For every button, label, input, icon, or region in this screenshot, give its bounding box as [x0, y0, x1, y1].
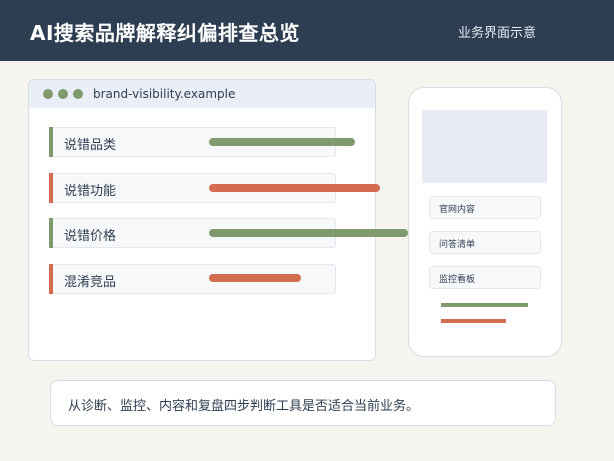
button-label: 官网内容: [439, 205, 476, 215]
window-dot-icon: [43, 89, 53, 99]
progress-line-green: [441, 303, 528, 307]
phone-button-monitor-board[interactable]: 监控看板: [429, 266, 541, 289]
phone-button-qa-list[interactable]: 问答清单: [429, 231, 541, 254]
issue-label: 说错功能: [64, 184, 117, 199]
severity-bar-price: [209, 229, 408, 237]
status-accent: [49, 173, 53, 203]
issue-label: 说错品类: [64, 138, 117, 153]
progress-line-red: [441, 319, 506, 323]
page-title: AI搜索品牌解释纠偏排查总览: [30, 21, 300, 45]
status-accent: [49, 218, 53, 248]
severity-bar-category: [209, 138, 355, 146]
issue-label: 说错价格: [64, 229, 117, 244]
status-accent: [49, 264, 53, 294]
browser-window: brand-visibility.example 说错品类 说错功能 说错价格 …: [28, 79, 376, 361]
header-bar: AI搜索品牌解释纠偏排查总览 业务界面示意: [0, 0, 614, 61]
image-placeholder: [422, 110, 547, 183]
status-accent: [49, 127, 53, 157]
summary-note: 从诊断、监控、内容和复盘四步判断工具是否适合当前业务。: [50, 380, 556, 426]
phone-button-site-content[interactable]: 官网内容: [429, 196, 541, 219]
button-label: 问答清单: [439, 240, 476, 250]
button-label: 监控看板: [439, 275, 476, 285]
window-dot-icon: [73, 89, 83, 99]
page-subtitle: 业务界面示意: [457, 26, 536, 41]
issue-label: 混淆竞品: [64, 275, 117, 290]
browser-title-bar: brand-visibility.example: [29, 80, 375, 108]
window-dot-icon: [58, 89, 68, 99]
severity-bar-feature: [209, 184, 380, 192]
note-text: 从诊断、监控、内容和复盘四步判断工具是否适合当前业务。: [68, 399, 420, 414]
severity-bar-competitor: [209, 274, 301, 282]
phone-mockup: 官网内容 问答清单 监控看板: [408, 87, 562, 357]
url-text: brand-visibility.example: [93, 87, 236, 101]
